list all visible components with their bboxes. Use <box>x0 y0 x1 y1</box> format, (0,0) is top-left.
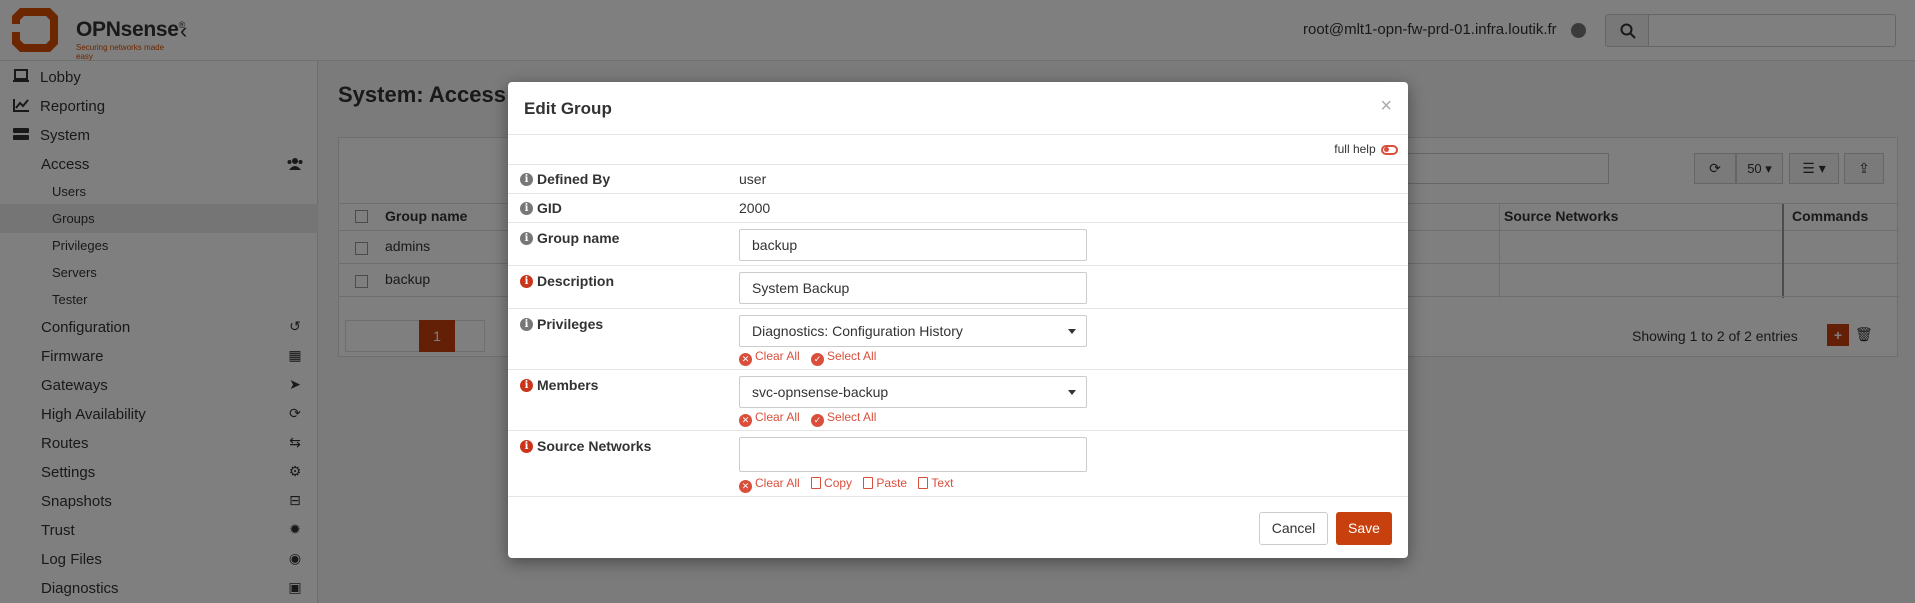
field-row-gid: i GID 2000 <box>508 193 1408 222</box>
dialog-header: Edit Group × <box>508 82 1408 135</box>
tool-label: Paste <box>876 476 908 490</box>
toggle-icon <box>1381 144 1398 155</box>
chevron-down-icon <box>1068 329 1076 334</box>
info-icon[interactable]: i <box>520 440 533 453</box>
dialog-title: Edit Group <box>524 99 612 118</box>
info-icon[interactable]: i <box>520 202 533 215</box>
tool-label: Select All <box>827 410 877 424</box>
field-label: Defined By <box>537 171 611 187</box>
tool-label: Select All <box>827 349 877 363</box>
copy-button[interactable]: Copy <box>811 476 852 490</box>
field-label: Source Networks <box>537 438 652 454</box>
clear-icon: ✕ <box>739 480 752 493</box>
info-icon[interactable]: i <box>520 318 533 331</box>
privileges-selected: Diagnostics: Configuration History <box>752 323 963 339</box>
info-icon[interactable]: i <box>520 379 533 392</box>
clear-icon: ✕ <box>739 353 752 366</box>
check-icon: ✓ <box>811 353 825 366</box>
members-tools: ✕ Clear All ✓ Select All <box>739 410 884 427</box>
field-label: Members <box>537 377 599 393</box>
field-row-description: i Description System Backup <box>508 265 1408 308</box>
field-row-members: i Members svc-opnsense-backup ✕ Clear All… <box>508 369 1408 430</box>
info-icon[interactable]: i <box>520 275 533 288</box>
field-label: Description <box>537 273 615 289</box>
group-name-input[interactable]: backup <box>739 229 1087 261</box>
source-networks-input[interactable] <box>739 437 1087 472</box>
field-row-privileges: i Privileges Diagnostics: Configuration … <box>508 308 1408 369</box>
clear-icon: ✕ <box>739 414 752 427</box>
paste-button[interactable]: Paste <box>863 476 907 490</box>
dialog-footer <box>508 496 1408 497</box>
members-select[interactable]: svc-opnsense-backup <box>739 376 1087 408</box>
info-icon[interactable]: i <box>520 232 533 245</box>
source-networks-tools: ✕ Clear All Copy Paste Text <box>739 476 961 493</box>
field-row-group-name: i Group name backup <box>508 222 1408 265</box>
description-input[interactable]: System Backup <box>739 272 1087 304</box>
file-text-icon <box>918 477 929 489</box>
tool-label: Copy <box>824 476 853 490</box>
paste-icon <box>863 477 874 489</box>
field-row-source-networks: i Source Networks ✕ Clear All Copy Paste … <box>508 430 1408 496</box>
tool-label: Clear All <box>755 349 800 363</box>
clear-all-button[interactable]: ✕ Clear All <box>739 476 800 493</box>
field-label: Privileges <box>537 316 604 332</box>
field-label: GID <box>537 200 562 216</box>
text-button[interactable]: Text <box>918 476 953 490</box>
field-value: user <box>739 171 767 187</box>
cancel-button[interactable]: Cancel <box>1259 512 1328 545</box>
edit-group-dialog: Edit Group × full help i Defined By user… <box>508 82 1408 558</box>
copy-icon <box>811 477 822 489</box>
check-icon: ✓ <box>811 414 825 427</box>
info-icon[interactable]: i <box>520 173 533 186</box>
tool-label: Clear All <box>755 410 800 424</box>
select-all-button[interactable]: ✓ Select All <box>811 349 877 366</box>
close-icon[interactable]: × <box>1380 95 1392 118</box>
members-selected: svc-opnsense-backup <box>752 384 889 400</box>
tool-label: Clear All <box>755 476 800 490</box>
full-help-toggle[interactable]: full help <box>1334 142 1398 156</box>
field-value: 2000 <box>739 200 771 216</box>
chevron-down-icon <box>1068 390 1076 395</box>
full-help-label: full help <box>1334 142 1376 156</box>
privileges-select[interactable]: Diagnostics: Configuration History <box>739 315 1087 347</box>
field-row-defined-by: i Defined By user <box>508 164 1408 193</box>
save-button[interactable]: Save <box>1336 512 1392 545</box>
field-label: Group name <box>537 230 620 246</box>
clear-all-button[interactable]: ✕ Clear All <box>739 410 800 427</box>
clear-all-button[interactable]: ✕ Clear All <box>739 349 800 366</box>
tool-label: Text <box>931 476 954 490</box>
select-all-button[interactable]: ✓ Select All <box>811 410 877 427</box>
privileges-tools: ✕ Clear All ✓ Select All <box>739 349 884 366</box>
